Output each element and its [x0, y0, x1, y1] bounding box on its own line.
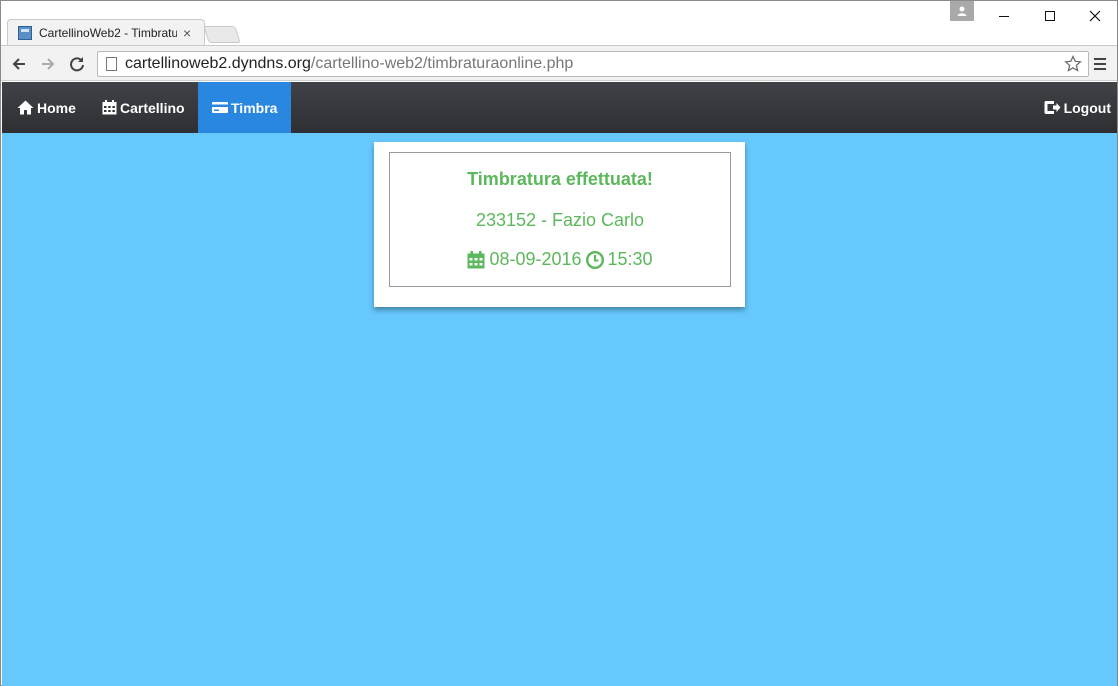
- tab-close-icon[interactable]: ×: [183, 26, 191, 40]
- arrow-left-icon: [12, 58, 25, 70]
- person-icon: [957, 6, 967, 16]
- close-icon: [1089, 10, 1101, 22]
- nav-cartellino-label: Cartellino: [120, 99, 185, 116]
- stamp-time: 15:30: [607, 249, 653, 269]
- nav-logout-label: Logout: [1063, 99, 1111, 116]
- maximize-button[interactable]: [1027, 1, 1073, 31]
- confirmation-title: Timbratura effettuata!: [467, 169, 653, 189]
- home-icon: [17, 100, 34, 115]
- menu-bar: [1094, 68, 1106, 70]
- url-host: cartellinoweb2.dyndns.org: [125, 55, 311, 72]
- stamp-date: 08-09-2016: [489, 249, 582, 269]
- calendar-icon: [467, 250, 485, 268]
- clock-icon: [585, 250, 604, 269]
- browser-window: CartellinoWeb2 - Timbratura × cartellino: [0, 0, 1118, 686]
- confirmation-card: Timbratura effettuata! 233152 - Fazio Ca…: [374, 142, 745, 307]
- star-icon: [1064, 55, 1082, 72]
- nav-timbra[interactable]: Timbra: [198, 82, 291, 133]
- browser-menu-button[interactable]: [1092, 56, 1108, 72]
- nav-logout[interactable]: Logout: [1032, 82, 1113, 133]
- credit-card-icon: [212, 102, 228, 113]
- calendar-favicon-icon: [18, 26, 32, 40]
- profile-button[interactable]: [950, 1, 974, 21]
- arrow-right-icon: [42, 58, 55, 70]
- nav-home[interactable]: Home: [5, 82, 88, 133]
- reload-icon: [70, 57, 84, 72]
- site-navbar: Home Cartellino Timbra Logout: [2, 82, 1117, 133]
- calendar-icon: [102, 100, 117, 115]
- maximize-icon: [1045, 11, 1055, 21]
- address-bar[interactable]: cartellinoweb2.dyndns.org/cartellino-web…: [97, 51, 1089, 77]
- url-path: /cartellino-web2/timbraturaonline.php: [310, 55, 574, 72]
- timestamp: 08-09-2016 15:30: [390, 249, 730, 270]
- reload-button[interactable]: [66, 53, 88, 75]
- employee-info: 233152 - Fazio Carlo: [475, 210, 645, 230]
- url-text: cartellinoweb2.dyndns.org/cartellino-web…: [125, 55, 573, 73]
- nav-home-label: Home: [37, 99, 76, 116]
- page-content: Home Cartellino Timbra Logout Timbratura…: [2, 82, 1117, 686]
- menu-bar: [1094, 58, 1106, 60]
- minimize-button[interactable]: [981, 1, 1027, 31]
- browser-toolbar: cartellinoweb2.dyndns.org/cartellino-web…: [1, 45, 1117, 81]
- forward-button[interactable]: [37, 53, 59, 75]
- logout-icon: [1044, 101, 1061, 114]
- nav-timbra-label: Timbra: [231, 99, 278, 116]
- title-bar: CartellinoWeb2 - Timbratura ×: [1, 1, 1118, 46]
- menu-bar: [1094, 63, 1106, 65]
- confirmation-panel: Timbratura effettuata! 233152 - Fazio Ca…: [389, 152, 731, 287]
- page-icon: [106, 57, 117, 71]
- bookmark-star-button[interactable]: [1064, 55, 1082, 78]
- back-button[interactable]: [8, 53, 30, 75]
- tab-title: CartellinoWeb2 - Timbratura: [39, 26, 177, 40]
- new-tab-button[interactable]: [203, 26, 241, 43]
- minimize-icon: [999, 16, 1009, 17]
- close-button[interactable]: [1072, 1, 1118, 31]
- browser-tab[interactable]: CartellinoWeb2 - Timbratura ×: [7, 19, 205, 46]
- nav-cartellino[interactable]: Cartellino: [90, 82, 197, 133]
